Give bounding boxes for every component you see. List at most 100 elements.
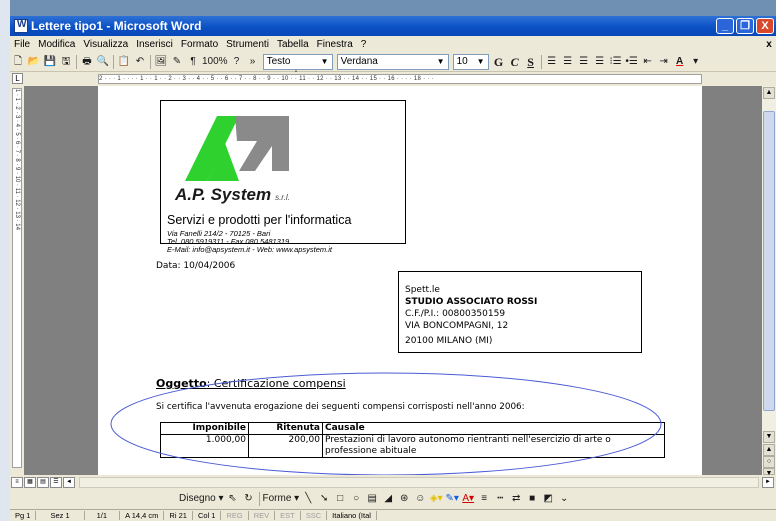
- new-document-icon[interactable]: 🗋: [11, 54, 25, 70]
- status-language: Italiano (Ital: [327, 511, 377, 520]
- scroll-left-button[interactable]: ◄: [63, 476, 75, 488]
- horizontal-scrollbar-row: ≡ ▦ ▤ ☰ ◄ ►: [10, 475, 776, 489]
- menu-strumenti[interactable]: Strumenti: [222, 39, 273, 50]
- scroll-up-button[interactable]: ▲: [763, 87, 775, 99]
- fill-color-icon[interactable]: ◈▾: [429, 491, 443, 507]
- brand-srl: s.r.l.: [275, 193, 290, 202]
- save-icon[interactable]: 💾: [43, 54, 57, 70]
- normal-view-button[interactable]: ≡: [11, 476, 23, 488]
- decrease-indent-icon[interactable]: ⇤: [641, 54, 655, 70]
- oval-icon[interactable]: ○: [349, 491, 363, 507]
- undo-icon[interactable]: ↶: [133, 54, 147, 70]
- menu-file[interactable]: File: [10, 39, 34, 50]
- line-color-icon[interactable]: ✎▾: [445, 491, 459, 507]
- next-page-button[interactable]: ▼: [763, 468, 775, 477]
- document-page[interactable]: A.P. System s.r.l. Servizi e prodotti per…: [98, 86, 702, 475]
- rotate-icon[interactable]: ↻: [242, 491, 256, 507]
- drawing-toggle-icon[interactable]: ✎: [170, 54, 184, 70]
- title-bar[interactable]: Lettere tipo1 - Microsoft Word _ ❐ X: [10, 16, 776, 36]
- align-right-icon[interactable]: ☰: [577, 54, 591, 70]
- recipient-street: VIA BONCOMPAGNI, 12: [405, 321, 509, 331]
- horizontal-ruler-row: L 2 · · · 1 · · · · 1 · · 1 · · 2 · · 3 …: [10, 72, 776, 86]
- bold-button[interactable]: G: [492, 54, 506, 70]
- numbered-list-icon[interactable]: ⁝☰: [609, 54, 623, 70]
- increase-indent-icon[interactable]: ⇥: [657, 54, 671, 70]
- 3d-icon[interactable]: ◩: [541, 491, 555, 507]
- help-icon[interactable]: ?: [230, 54, 244, 70]
- word-app-icon[interactable]: [14, 19, 28, 33]
- bullet-list-icon[interactable]: •☰: [625, 54, 639, 70]
- status-est[interactable]: EST: [275, 511, 301, 520]
- outline-view-button[interactable]: ☰: [50, 476, 62, 488]
- previous-page-button[interactable]: ▲: [763, 444, 775, 456]
- restore-button[interactable]: ❐: [736, 18, 754, 34]
- scroll-thumb[interactable]: [763, 111, 775, 411]
- status-reg[interactable]: REG: [221, 511, 249, 520]
- scroll-down-button[interactable]: ▼: [763, 431, 775, 443]
- dash-style-icon[interactable]: ┅: [493, 491, 507, 507]
- status-rev[interactable]: REV: [249, 511, 276, 520]
- word-window: Lettere tipo1 - Microsoft Word _ ❐ X Fil…: [0, 0, 776, 521]
- diagram-icon[interactable]: ⊛: [397, 491, 411, 507]
- company-email: E-Mail: info@apsystem.it - Web: www.apsy…: [167, 245, 333, 254]
- toolbar-separator: [150, 54, 151, 69]
- menu-inserisci[interactable]: Inserisci: [132, 39, 177, 50]
- vertical-scrollbar[interactable]: ▲ ▼ ▲ ○ ▼: [762, 86, 776, 477]
- browse-object-button[interactable]: ○: [763, 456, 775, 468]
- status-ssc[interactable]: SSC: [301, 511, 328, 520]
- align-center-icon[interactable]: ☰: [561, 54, 575, 70]
- document-close-button[interactable]: x: [762, 39, 776, 50]
- zoom-value[interactable]: 100%: [202, 54, 228, 70]
- print-icon[interactable]: 🖶: [80, 54, 94, 70]
- rectangle-icon[interactable]: □: [333, 491, 347, 507]
- show-formatting-icon[interactable]: ¶: [186, 54, 200, 70]
- wordart-icon[interactable]: ◢: [381, 491, 395, 507]
- toolbar-overflow-icon[interactable]: ⌄: [557, 491, 571, 507]
- menu-help[interactable]: ?: [357, 39, 371, 50]
- insert-picture-icon[interactable]: 🖼: [154, 54, 168, 70]
- align-left-icon[interactable]: ☰: [545, 54, 559, 70]
- chevron-down-icon[interactable]: ▾: [689, 54, 703, 70]
- autoshapes-menu-button[interactable]: Forme ▾: [263, 491, 300, 507]
- menu-formato[interactable]: Formato: [177, 39, 222, 50]
- clipart-icon[interactable]: ☺: [413, 491, 427, 507]
- print-layout-button[interactable]: ▤: [37, 476, 49, 488]
- font-size-select[interactable]: 10 ▼: [452, 53, 489, 70]
- letterhead-box: A.P. System s.r.l. Servizi e prodotti per…: [160, 100, 406, 254]
- underline-button[interactable]: S: [524, 54, 538, 70]
- paste-icon[interactable]: 📋: [117, 54, 131, 70]
- font-select[interactable]: Verdana ▼: [336, 53, 449, 70]
- justify-icon[interactable]: ☰: [593, 54, 607, 70]
- select-objects-icon[interactable]: ⇖: [226, 491, 240, 507]
- toolbar-overflow-icon[interactable]: »: [246, 54, 260, 70]
- menu-modifica[interactable]: Modifica: [34, 39, 79, 50]
- font-color-icon[interactable]: A▾: [461, 491, 475, 507]
- menu-visualizza[interactable]: Visualizza: [79, 39, 132, 50]
- drawing-toolbar: Disegno ▾ ⇖ ↻ Forme ▾ ╲ ➘ □ ○ ▤ ◢ ⊛ ☺ ◈▾…: [10, 489, 776, 509]
- line-style-icon[interactable]: ≡: [477, 491, 491, 507]
- horizontal-scroll-track[interactable]: [79, 476, 759, 488]
- permission-icon[interactable]: 🖫: [59, 54, 73, 70]
- textbox-icon[interactable]: ▤: [365, 491, 379, 507]
- line-icon[interactable]: ╲: [301, 491, 315, 507]
- style-select[interactable]: Testo normale ▼: [262, 53, 333, 81]
- shadow-icon[interactable]: ■: [525, 491, 539, 507]
- web-view-button[interactable]: ▦: [24, 476, 36, 488]
- font-color-icon[interactable]: A: [673, 54, 687, 70]
- drawing-menu-button[interactable]: Disegno ▾: [179, 491, 224, 507]
- minimize-button[interactable]: _: [716, 18, 734, 34]
- scroll-right-button[interactable]: ►: [762, 476, 774, 488]
- print-preview-icon[interactable]: 🔍: [96, 54, 110, 70]
- arrow-icon[interactable]: ➘: [317, 491, 331, 507]
- chevron-down-icon: ▼: [436, 56, 445, 66]
- close-button[interactable]: X: [756, 18, 774, 34]
- vertical-ruler-strip[interactable]: 1 · 1 · 2 · 3 · 4 · 5 · 6 · 7 · 8 · 9 · …: [12, 88, 22, 468]
- recipient-vat: C.F./P.I.: 00800350159: [405, 309, 506, 319]
- menu-finestra[interactable]: Finestra: [313, 39, 357, 50]
- horizontal-ruler[interactable]: 2 · · · 1 · · · · 1 · · 1 · · 2 · · 3 · …: [98, 74, 702, 84]
- tab-selector[interactable]: L: [12, 73, 23, 84]
- open-folder-icon[interactable]: 📂: [27, 54, 41, 70]
- italic-button[interactable]: C: [508, 54, 522, 70]
- menu-tabella[interactable]: Tabella: [273, 39, 313, 50]
- arrow-style-icon[interactable]: ⇄: [509, 491, 523, 507]
